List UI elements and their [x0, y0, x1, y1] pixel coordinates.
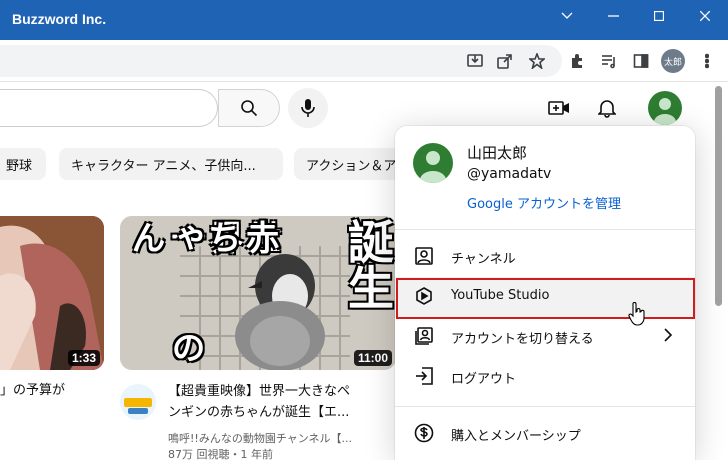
thumbnail-text-no: の	[165, 330, 205, 364]
avatar[interactable]	[648, 91, 682, 125]
account-name: 山田太郎	[467, 144, 528, 162]
account-handle: @yamadatv	[467, 166, 552, 182]
share-icon[interactable]	[494, 50, 516, 72]
browser-toolbar	[0, 40, 728, 82]
browser-profile-avatar[interactable]: 太郎	[661, 49, 685, 73]
more-icon[interactable]	[696, 50, 718, 72]
media-icon[interactable]	[598, 50, 620, 72]
menu-item-label: ログアウト	[451, 372, 517, 387]
video-meta: 87万 回視聴・1 年前	[168, 448, 273, 460]
maximize-icon[interactable]	[636, 0, 682, 32]
channel-icon	[413, 245, 435, 267]
menu-item-channel[interactable]: チャンネル	[395, 237, 695, 277]
install-icon[interactable]	[464, 50, 486, 72]
sidepanel-icon[interactable]	[630, 50, 652, 72]
channel-name[interactable]: 鳴呼!!みんなの動物園チャンネル【...	[168, 430, 352, 447]
highlight-youtube-studio	[396, 278, 695, 319]
video-duration: 1:33	[67, 350, 100, 366]
video-title-line1[interactable]: 【超貴重映像】世界一大きなペ	[168, 381, 350, 402]
menu-item-label: アカウントを切り替える	[451, 332, 594, 347]
manage-account-link[interactable]: Google アカウントを管理	[467, 193, 621, 212]
close-icon[interactable]	[682, 0, 728, 32]
mic-icon	[301, 99, 315, 117]
video-duration: 11:00	[353, 350, 392, 366]
star-icon[interactable]	[526, 50, 548, 72]
voice-search-button[interactable]	[288, 88, 328, 128]
search-input[interactable]	[0, 89, 218, 127]
video-title-line2[interactable]: ンギンの赤ちゃんが誕生【エ...	[168, 402, 349, 423]
search-icon	[241, 100, 258, 117]
thumbnail-text-birth: 誕生	[341, 218, 395, 310]
video-thumbnail-penguin[interactable]: 世界一 赤ちゃん の 誕生 11:00	[120, 216, 396, 370]
logout-icon	[413, 365, 435, 387]
menu-divider	[395, 229, 695, 230]
chevron-down-icon[interactable]	[544, 0, 590, 32]
window-title: Buzzword Inc.	[12, 11, 107, 27]
chip-baseball[interactable]: 野球	[0, 148, 46, 180]
create-video-icon[interactable]	[547, 96, 571, 120]
window-titlebar: Buzzword Inc.	[0, 0, 728, 40]
thumbnail-text-baby: 赤ちゃん	[125, 220, 279, 254]
switch-account-icon	[413, 325, 435, 347]
menu-item-purchases[interactable]: 購入とメンバーシップ	[395, 414, 695, 454]
search-button[interactable]	[218, 89, 280, 127]
minimize-icon[interactable]	[590, 0, 636, 32]
chip-action[interactable]: アクション＆ア	[294, 148, 404, 180]
menu-item-label: 購入とメンバーシップ	[451, 429, 581, 444]
channel-avatar[interactable]	[120, 384, 156, 420]
extensions-icon[interactable]	[566, 50, 588, 72]
video-thumbnail[interactable]: 1:33	[0, 216, 104, 370]
menu-item-switch-account[interactable]: アカウントを切り替える	[395, 317, 695, 357]
dollar-icon	[413, 422, 435, 444]
menu-avatar	[413, 143, 453, 183]
menu-item-label: チャンネル	[451, 252, 516, 267]
hand-cursor-icon	[628, 302, 645, 326]
scrollbar[interactable]	[715, 86, 722, 306]
video-title[interactable]: 」の予算が	[0, 380, 65, 401]
menu-divider	[395, 406, 695, 407]
menu-item-logout[interactable]: ログアウト	[395, 357, 695, 397]
bell-icon[interactable]	[595, 96, 619, 120]
chevron-right-icon	[663, 328, 673, 346]
chip-character-anime[interactable]: キャラクター アニメ、子供向...	[59, 148, 283, 180]
